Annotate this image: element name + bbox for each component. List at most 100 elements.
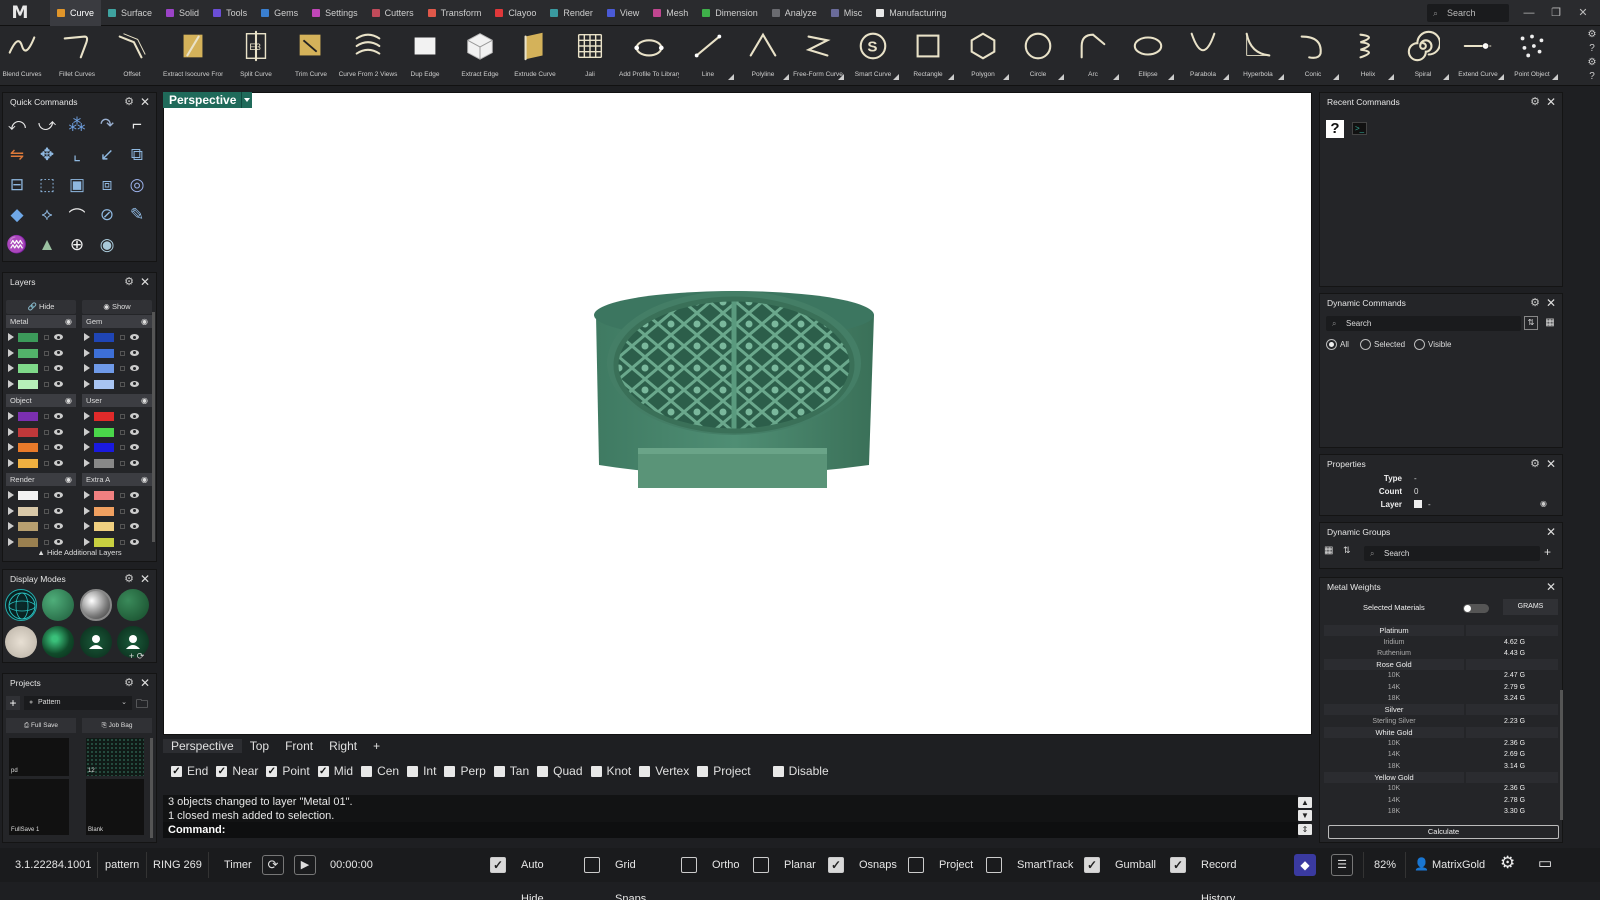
top-search-input[interactable]: ⌕ Search — [1427, 4, 1509, 22]
eye-icon[interactable] — [54, 428, 63, 435]
expand-arrow-icon[interactable] — [8, 491, 14, 499]
free-form-curve-button[interactable]: Free-Form Curve — [793, 26, 844, 84]
close-window-button[interactable]: ✕ — [1572, 4, 1594, 22]
checkbox-unchecked-icon[interactable] — [908, 857, 924, 873]
snap-cen[interactable]: Cen — [361, 764, 399, 778]
lock-icon[interactable] — [120, 460, 125, 466]
toggle-auto-hide[interactable]: Auto Hide — [521, 848, 544, 900]
eye-icon[interactable] — [130, 459, 139, 466]
pick-icon[interactable]: ✎ — [125, 203, 149, 227]
snap-vertex[interactable]: Vertex — [639, 764, 689, 778]
dynamic-commands-search[interactable]: ⌕ Search — [1326, 316, 1521, 331]
eye-icon[interactable] — [54, 507, 63, 514]
eye-icon[interactable] — [130, 538, 139, 545]
layer-group-header[interactable]: Gem ◉ — [82, 315, 152, 328]
lock-icon[interactable] — [44, 524, 49, 529]
rotate-icon[interactable]: ↷ — [95, 113, 119, 137]
command-list-icon[interactable]: ☰ — [1331, 854, 1353, 876]
layer-color-swatch[interactable] — [94, 522, 114, 531]
layer-row[interactable] — [82, 362, 152, 375]
metal-weights-scrollbar[interactable] — [1560, 690, 1563, 820]
layer-row[interactable] — [82, 520, 152, 533]
checkbox-checked-icon[interactable]: ✓ — [266, 765, 278, 777]
eye-icon[interactable] — [54, 538, 63, 545]
list-view-icon[interactable]: ▦ — [1543, 316, 1557, 330]
groups-sort-icon[interactable]: ⇅ — [1343, 545, 1357, 559]
line-button[interactable]: Line — [684, 26, 734, 84]
toggle-osnaps[interactable]: Osnaps — [859, 848, 897, 882]
maximize-button[interactable]: ❐ — [1545, 4, 1567, 22]
arch-icon[interactable]: ⌒ — [65, 203, 89, 227]
arc-button[interactable]: Arc — [1069, 26, 1119, 84]
layer-color-swatch[interactable] — [94, 379, 114, 389]
lock-icon[interactable] — [44, 414, 49, 419]
close-icon[interactable]: ✕ — [140, 93, 150, 111]
eye-icon[interactable]: ◉ — [65, 315, 72, 328]
eye-icon[interactable]: ◉ — [141, 394, 148, 407]
eye-icon[interactable] — [130, 507, 139, 514]
layer-group-header[interactable]: Render ◉ — [6, 473, 76, 486]
lock-icon[interactable] — [120, 445, 125, 450]
snap-near[interactable]: ✓ Near — [216, 764, 258, 778]
add-view-button[interactable]: + — [365, 739, 388, 753]
undo-icon[interactable]: ⤺ — [5, 113, 29, 137]
help-icon[interactable]: ? — [1326, 120, 1344, 138]
layer-row[interactable] — [82, 505, 152, 518]
eye-icon[interactable] — [130, 428, 139, 435]
timer-play-icon[interactable]: ▶ — [294, 855, 316, 875]
terminal-icon[interactable]: >_ — [1352, 122, 1367, 135]
toggle-record-history[interactable]: Record History — [1201, 848, 1236, 900]
expand-arrow-icon[interactable] — [8, 537, 14, 546]
eye-icon[interactable] — [130, 444, 139, 450]
tab-clayoo[interactable]: Clayoo — [488, 0, 543, 26]
extract-edge-button[interactable]: Extract Edge — [456, 26, 504, 84]
close-icon[interactable]: ✕ — [1546, 455, 1556, 473]
layer-row[interactable] — [6, 331, 76, 344]
checkbox-checked-icon[interactable]: ✓ — [1170, 857, 1186, 873]
expand-arrow-icon[interactable] — [8, 506, 14, 515]
layer-color-swatch[interactable] — [18, 522, 38, 531]
view-tab-top[interactable]: Top — [242, 739, 277, 753]
tab-mesh[interactable]: Mesh — [646, 0, 695, 26]
tab-surface[interactable]: Surface — [101, 0, 159, 26]
expand-arrow-icon[interactable] — [84, 427, 90, 436]
eye-icon[interactable] — [130, 413, 139, 419]
ring-icon[interactable]: ◎ — [125, 173, 149, 197]
expand-arrow-icon[interactable] — [84, 458, 90, 467]
eye-icon[interactable] — [130, 334, 139, 340]
expand-arrow-icon[interactable] — [8, 379, 14, 388]
ghosted-mode-icon[interactable] — [117, 589, 149, 621]
toggle-gumball[interactable]: Gumball — [1115, 848, 1156, 882]
gear-icon[interactable]: ⚙ — [1530, 93, 1540, 111]
project-thumb[interactable]: pd — [9, 738, 69, 776]
lock-icon[interactable] — [44, 350, 49, 356]
split-curve-button[interactable]: E3 Split Curve — [232, 26, 280, 84]
viewport-dropdown-icon[interactable] — [241, 92, 252, 108]
point-object-button[interactable]: Point Object — [1508, 26, 1558, 84]
checkbox-checked-icon[interactable]: ✓ — [490, 857, 506, 873]
tab-curve[interactable]: Curve — [50, 0, 102, 26]
layer-row[interactable] — [6, 410, 76, 423]
layer-row[interactable] — [6, 457, 76, 470]
layer-color-swatch[interactable] — [94, 348, 114, 358]
layer-row[interactable] — [6, 505, 76, 518]
layer-row[interactable] — [82, 378, 152, 391]
eye-icon[interactable]: ◉ — [1540, 499, 1547, 508]
lock-icon[interactable] — [120, 350, 125, 356]
ribbon-side-controls[interactable]: ⚙? ⚙? — [1586, 28, 1598, 84]
projects-scrollbar[interactable] — [150, 738, 153, 838]
jali-button[interactable]: Jali — [566, 26, 614, 84]
layer-row[interactable] — [6, 489, 76, 502]
eye-icon[interactable] — [54, 380, 63, 387]
extend-icon[interactable]: ↙ — [95, 143, 119, 167]
hide-additional-layers-button[interactable]: ▲ Hide Additional Layers — [2, 546, 157, 560]
layer-group-header[interactable]: Extra A ◉ — [82, 473, 152, 486]
tab-view[interactable]: View — [600, 0, 646, 26]
eye-icon[interactable] — [130, 380, 139, 387]
snap-end[interactable]: ✓ End — [171, 764, 208, 778]
toggle-ortho[interactable]: Ortho — [712, 848, 740, 882]
eye-icon[interactable] — [130, 349, 139, 356]
layer-group-header[interactable]: Object ◉ — [6, 394, 76, 407]
expand-arrow-icon[interactable] — [8, 348, 14, 357]
checkbox-unchecked-icon[interactable] — [361, 765, 373, 777]
